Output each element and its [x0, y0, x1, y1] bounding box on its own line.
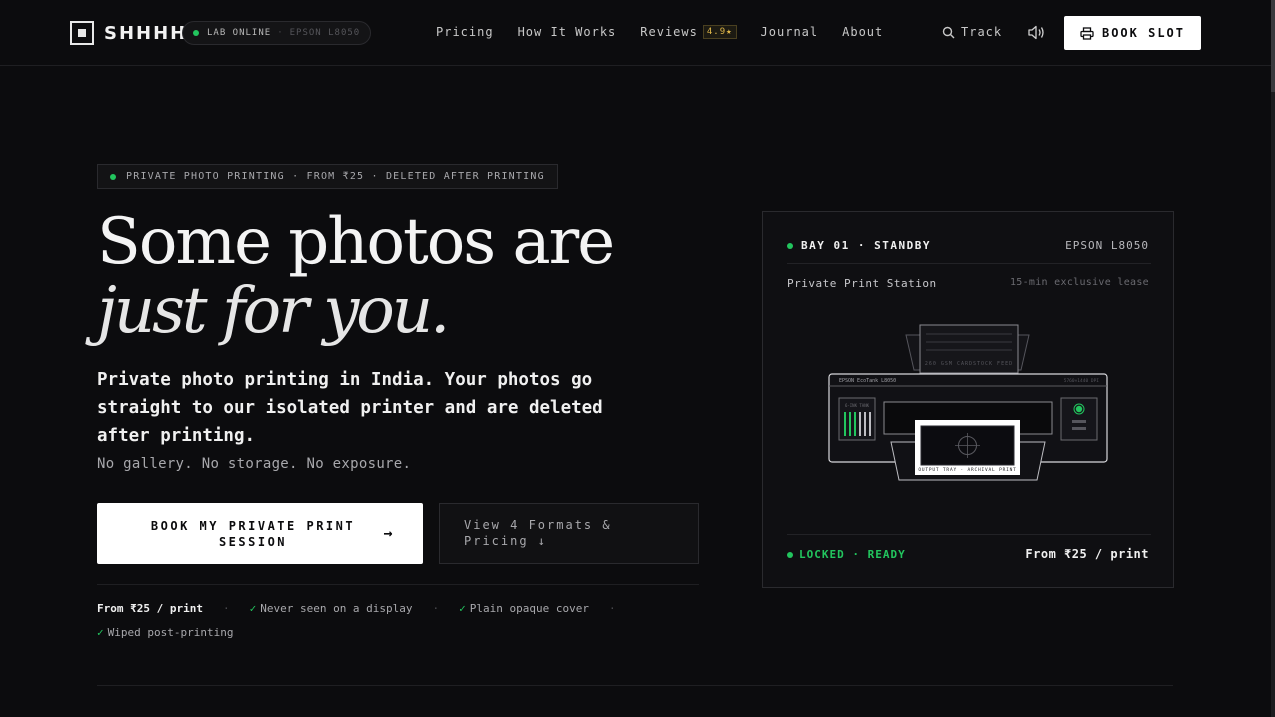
check-icon: ✓	[459, 602, 466, 615]
feature-separator: ·	[609, 602, 616, 615]
track-link[interactable]: Track	[942, 25, 1002, 39]
speaker-icon	[1028, 25, 1044, 40]
brand-logo[interactable]: SHHHH	[70, 21, 187, 45]
book-slot-button[interactable]: BOOK SLOT	[1064, 16, 1201, 50]
nav-link-reviews-label: Reviews	[640, 25, 698, 39]
locked-dot-icon	[787, 551, 793, 558]
book-slot-label: BOOK SLOT	[1101, 26, 1186, 40]
hero-tag: PRIVATE PHOTO PRINTING · FROM ₹25 · DELE…	[97, 164, 558, 189]
scrollbar-thumb[interactable]	[1271, 0, 1275, 92]
bay-dot-icon	[787, 242, 793, 249]
status-dot-icon	[193, 30, 199, 36]
locked-status: LOCKED · READY	[787, 548, 906, 561]
card-divider	[787, 534, 1151, 535]
hero-subline: No gallery. No storage. No exposure.	[97, 456, 412, 472]
hero-lead: Private photo printing in India. Your ph…	[97, 370, 603, 446]
nav-link-pricing[interactable]: Pricing	[436, 25, 494, 39]
lease-note: 15-min exclusive lease	[1009, 277, 1149, 288]
arrow-right-icon: →	[383, 524, 395, 542]
nav-link-how-it-works[interactable]: How It Works	[518, 25, 617, 39]
lab-status-badge: LAB ONLINE · EPSON L8050	[182, 21, 372, 45]
feature-item: Plain opaque cover	[469, 602, 590, 615]
card-divider	[787, 263, 1151, 264]
check-icon: ✓	[249, 602, 257, 615]
nav-link-about[interactable]: About	[842, 25, 883, 39]
check-icon: ✓	[97, 626, 104, 639]
hero-tag-text: PRIVATE PHOTO PRINTING · FROM ₹25 · DELE…	[126, 171, 545, 182]
section-divider	[97, 685, 1173, 686]
paper-feed-label: 260 GSM CARDSTOCK FEED	[925, 361, 1013, 367]
printer-brand-label: EPSON EcoTank L8050	[839, 378, 896, 384]
cta-secondary-label: View 4 Formats & Pricing ↓	[464, 518, 612, 548]
nav-link-journal[interactable]: Journal	[761, 25, 819, 39]
bay-status-text: BAY 01 · STANDBY	[801, 239, 931, 252]
feature-price: From ₹25 / print	[97, 602, 203, 615]
rating-badge: 4.9★	[702, 25, 737, 39]
feature-separator: ·	[222, 602, 230, 615]
top-nav: SHHHH LAB ONLINE · EPSON L8050 Pricing H…	[0, 0, 1275, 66]
status-online-text: LAB ONLINE	[207, 28, 272, 38]
feature-list: From ₹25 / print · ✓ Never seen on a displa…	[97, 597, 657, 645]
logo-mark-icon	[70, 21, 94, 45]
book-private-session-button[interactable]: BOOK MY PRIVATE PRINT SESSION →	[97, 503, 423, 564]
headline-line-1: Some photos are	[97, 205, 615, 279]
track-label: Track	[961, 25, 1003, 39]
search-icon	[942, 26, 955, 38]
nav-link-reviews[interactable]: Reviews 4.9★	[640, 25, 737, 39]
feature-item: Wiped post-printing	[107, 626, 234, 639]
printer-model: EPSON L8050	[1065, 239, 1149, 252]
ink-tank-label: 6-INK TANK	[845, 403, 870, 408]
sound-toggle[interactable]	[1028, 25, 1045, 44]
printer-illustration: 260 GSM CARDSTOCK FEED EPSON EcoTank L80…	[828, 324, 1108, 481]
bay-status: BAY 01 · STANDBY	[787, 239, 931, 252]
feature-item: Never seen on a display	[260, 602, 413, 615]
brand-name: SHHHH	[104, 22, 188, 44]
dpi-label: 5760×1440 DPI	[1064, 378, 1100, 384]
tag-dot-icon	[110, 173, 116, 180]
output-tray-label: OUTPUT TRAY · ARCHIVAL PRINT	[918, 467, 1016, 473]
print-station-card: BAY 01 · STANDBY EPSON L8050 Private Pri…	[762, 211, 1174, 588]
printer-icon	[1080, 26, 1094, 40]
scrollbar[interactable]	[1271, 0, 1275, 717]
status-separator: ·	[277, 28, 284, 38]
divider	[97, 584, 699, 585]
headline-line-2: just for you.	[97, 274, 450, 348]
locked-status-text: LOCKED · READY	[799, 548, 906, 561]
cta-primary-label: BOOK MY PRIVATE PRINT SESSION	[150, 518, 356, 549]
status-device-text: EPSON L8050	[289, 28, 361, 38]
price-from: From ₹25 / print	[1025, 547, 1149, 561]
station-title: Private Print Station	[787, 277, 937, 290]
main-menu: Pricing How It Works Reviews 4.9★ Journa…	[436, 25, 907, 39]
view-formats-button[interactable]: View 4 Formats & Pricing ↓	[439, 503, 699, 564]
feature-separator: ·	[432, 602, 440, 615]
